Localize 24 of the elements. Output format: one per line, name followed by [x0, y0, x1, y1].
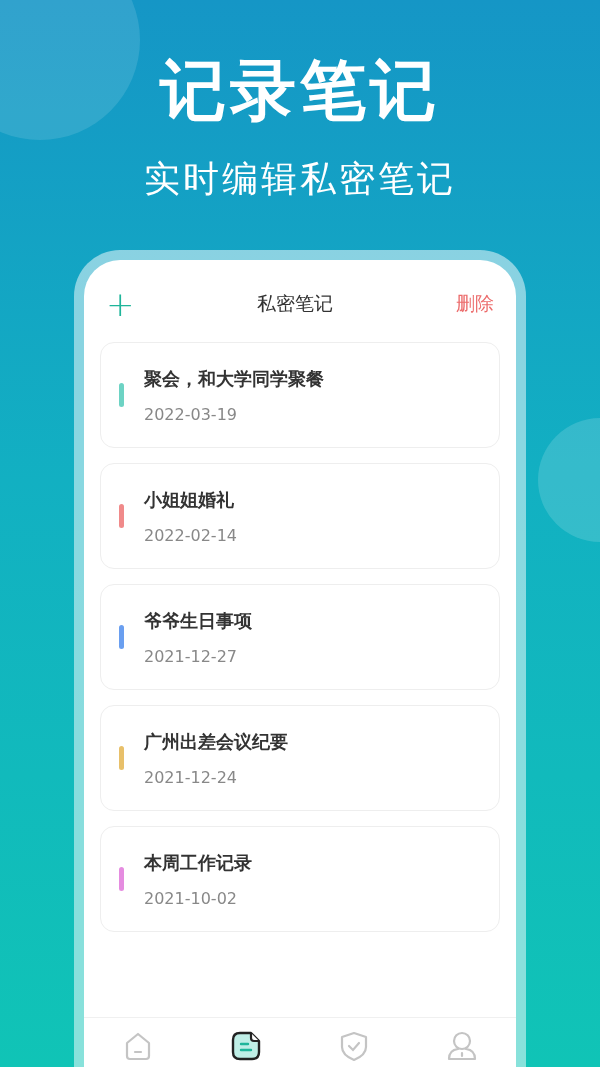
note-card[interactable]: 本周工作记录 2021-10-02: [100, 826, 500, 932]
note-date: 2021-12-27: [144, 646, 238, 666]
note-date: 2022-02-14: [144, 525, 237, 545]
profile-tab[interactable]: [446, 1030, 478, 1062]
note-title: 广州出差会议纪要: [144, 729, 288, 754]
note-title: 聚会，和大学同学聚餐: [144, 366, 324, 391]
user-icon: [446, 1030, 478, 1062]
note-date: 2022-03-19: [144, 404, 238, 424]
note-date: 2021-10-02: [144, 888, 238, 908]
note-card[interactable]: 爷爷生日事项 2021-12-27: [100, 584, 500, 690]
shield-tab[interactable]: [338, 1030, 370, 1062]
note-icon: [230, 1030, 262, 1062]
note-title: 爷爷生日事项: [144, 608, 252, 633]
screen-title: 私密笔记: [257, 291, 334, 316]
note-card[interactable]: 广州出差会议纪要 2021-12-24: [100, 705, 500, 811]
note-card[interactable]: 小姐姐婚礼 2022-02-14: [100, 463, 500, 569]
note-title: 小姐姐婚礼: [144, 487, 235, 512]
headline: 记录笔记: [160, 50, 440, 130]
note-title: 本周工作记录: [144, 850, 252, 875]
shield-check-icon: [338, 1030, 370, 1062]
subtitle: 实时编辑私密笔记: [144, 157, 456, 201]
note-date: 2021-12-24: [144, 767, 238, 787]
notes-tab[interactable]: [230, 1030, 262, 1062]
note-card[interactable]: 聚会，和大学同学聚餐 2022-03-19: [100, 342, 500, 448]
